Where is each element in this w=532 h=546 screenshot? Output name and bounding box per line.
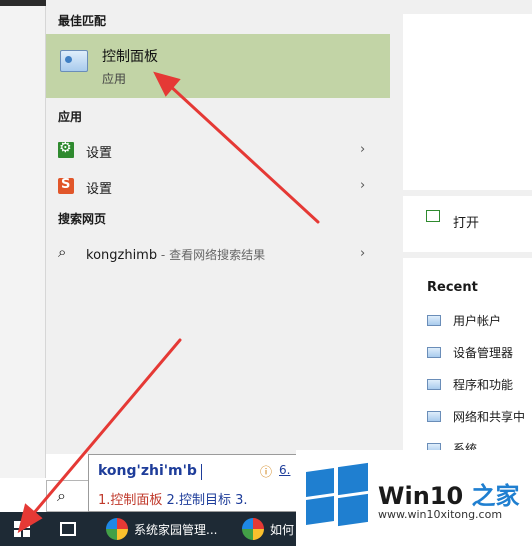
recent-item[interactable]: 设备管理器 — [427, 344, 532, 364]
gear-icon — [58, 140, 74, 158]
search-icon: ⌕ — [58, 243, 67, 261]
browser-icon — [242, 518, 264, 540]
ime-composition: kong'zhi'm'b — [98, 463, 197, 479]
control-panel-item-icon — [427, 379, 441, 390]
control-panel-icon — [60, 50, 88, 72]
taskbar-app-label: 系统家园管理... — [134, 523, 218, 537]
taskbar-app-1[interactable]: 系统家园管理... — [98, 512, 234, 546]
chevron-right-icon[interactable]: › — [360, 142, 365, 157]
web-query: kongzhimb — [86, 248, 158, 263]
recent-item-label: 用户帐户 — [453, 314, 502, 328]
preview-header-panel — [403, 14, 532, 190]
ime-candidates: 1.控制面板 2.控制目标 3. — [98, 489, 248, 508]
recent-item[interactable]: 用户帐户 — [427, 312, 532, 332]
ime-candidate-3[interactable]: 3. — [231, 493, 247, 508]
control-panel-item-icon — [427, 411, 441, 422]
result-label: 设置 — [86, 182, 113, 197]
desktop-background — [0, 0, 46, 478]
ime-candidate-1[interactable]: 1.控制面板 — [98, 493, 162, 508]
control-panel-item-icon — [427, 315, 441, 326]
windows-logo-icon — [14, 521, 30, 537]
taskbar-app-label: 如何 — [270, 523, 295, 537]
ime-candidate-6[interactable]: 6. — [279, 463, 290, 477]
text-caret — [201, 464, 202, 480]
windows-flag-logo — [306, 462, 368, 527]
info-icon: ⓘ — [260, 465, 273, 479]
web-result-label: kongzhimb - 查看网络搜索结果 — [86, 246, 265, 263]
search-results-pane: 最佳匹配 控制面板 应用 应用 设置 › 设置 › 搜索网页 ⌕ kongzhi… — [46, 0, 390, 454]
web-suffix: - 查看网络搜索结果 — [157, 248, 266, 262]
apps-header: 应用 — [58, 110, 83, 124]
recent-panel: Recent 用户帐户 设备管理器 程序和功能 网络和共享中 系统 — [403, 258, 532, 478]
recent-item-label: 程序和功能 — [453, 378, 514, 392]
recent-header: Recent — [427, 280, 478, 295]
open-action[interactable]: 打开 — [403, 196, 532, 252]
chevron-right-icon[interactable]: › — [360, 246, 365, 261]
s-app-icon — [58, 177, 74, 194]
result-web-search[interactable]: ⌕ kongzhimb - 查看网络搜索结果 › — [46, 238, 390, 270]
watermark: Win10 之家 www.win10xitong.com — [296, 450, 532, 546]
result-settings-2[interactable]: 设置 › — [46, 170, 390, 202]
result-settings-1[interactable]: 设置 › — [46, 134, 390, 166]
result-control-panel[interactable]: 控制面板 应用 — [46, 34, 390, 98]
ime-candidate-2[interactable]: 2.控制目标 — [162, 493, 231, 508]
open-icon — [426, 210, 440, 222]
open-label: 打开 — [453, 216, 480, 231]
browser-icon — [106, 518, 128, 540]
ime-candidate-window[interactable]: kong'zhi'm'b ⓘ 6. 1.控制面板 2.控制目标 3. — [88, 454, 302, 512]
web-header: 搜索网页 — [58, 212, 107, 226]
recent-item[interactable]: 网络和共享中 — [427, 408, 532, 428]
watermark-url: www.win10xitong.com — [378, 508, 503, 521]
brand-en: Win10 — [378, 482, 464, 510]
watermark-brand: Win10 之家 — [378, 476, 520, 511]
recent-item-label: 网络和共享中 — [453, 410, 526, 424]
recent-item[interactable]: 程序和功能 — [427, 376, 532, 396]
brand-zh: 之家 — [463, 482, 520, 510]
recent-item-label: 设备管理器 — [453, 346, 514, 360]
best-match-title: 控制面板 — [102, 49, 158, 65]
start-button[interactable] — [0, 512, 46, 546]
task-view-icon[interactable] — [60, 522, 76, 536]
control-panel-item-icon — [427, 347, 441, 358]
chevron-right-icon[interactable]: › — [360, 178, 365, 193]
search-icon: ⌕ — [57, 486, 66, 505]
taskbar-app-2[interactable]: 如何 — [234, 512, 304, 546]
best-match-header: 最佳匹配 — [58, 14, 107, 28]
best-match-subtitle: 应用 — [102, 72, 127, 86]
result-label: 设置 — [86, 146, 113, 161]
window-edge — [0, 0, 46, 6]
